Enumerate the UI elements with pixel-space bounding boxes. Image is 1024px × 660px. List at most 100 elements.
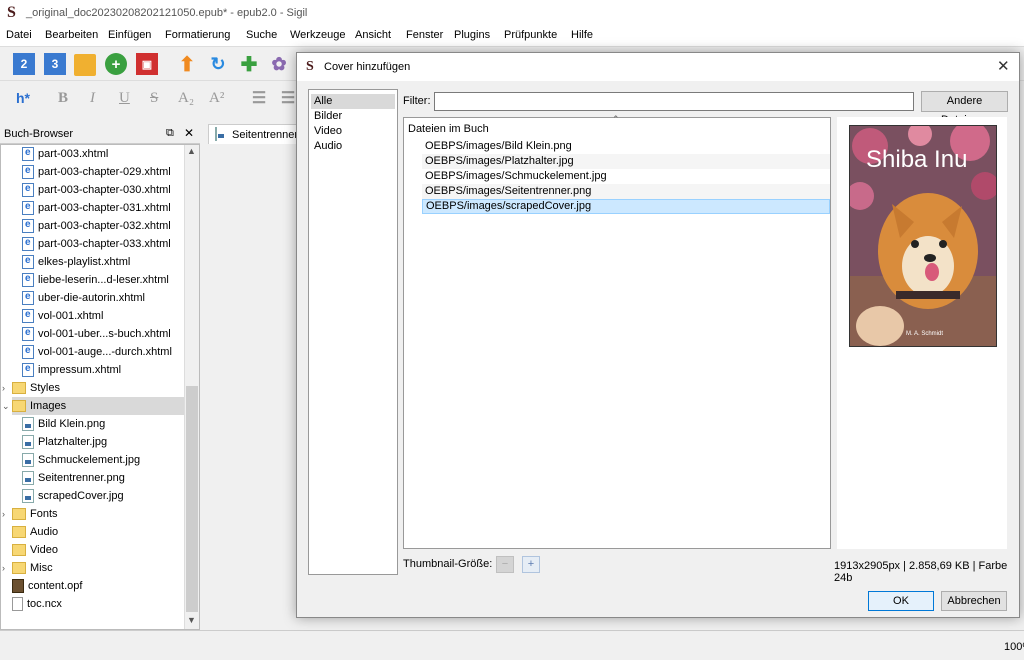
tree-item-label: part-003-chapter-032.xhtml: [38, 220, 171, 232]
file-row[interactable]: OEBPS/images/Platzhalter.jpg: [422, 154, 830, 169]
cover-title: Shiba Inu: [866, 146, 968, 173]
tree-item[interactable]: content.opf: [12, 577, 82, 595]
category-bilder[interactable]: Bilder: [311, 109, 395, 124]
menu-datei[interactable]: Datei: [6, 29, 32, 41]
underline-icon[interactable]: U: [119, 90, 130, 107]
tree-item-label: Seitentrenner.png: [38, 472, 125, 484]
tree-item-label: elkes-playlist.xhtml: [38, 256, 131, 268]
folder-icon: [12, 562, 26, 574]
book-browser-header: Buch-Browser ⧉ ✕: [0, 124, 200, 144]
dialog-title: Cover hinzufügen: [324, 61, 411, 73]
chevron-right-icon[interactable]: ›: [2, 563, 5, 573]
thumbnail-larger-button[interactable]: +: [522, 556, 540, 573]
float-panel-icon[interactable]: ⧉: [166, 127, 174, 140]
category-audio[interactable]: Audio: [311, 139, 395, 154]
strikethrough-icon[interactable]: S: [150, 90, 158, 107]
menu-bearbeiten[interactable]: Bearbeiten: [45, 29, 98, 41]
tree-item[interactable]: Bild Klein.png: [22, 415, 105, 433]
open-folder-icon[interactable]: [74, 54, 96, 76]
menu-plugins[interactable]: Plugins: [454, 29, 490, 41]
close-panel-icon[interactable]: ✕: [184, 126, 194, 140]
filter-input[interactable]: [434, 92, 914, 111]
tree-item-label: Audio: [30, 526, 59, 538]
italic-icon[interactable]: I: [90, 90, 95, 107]
tree-item[interactable]: Audio: [12, 523, 58, 541]
tree-item[interactable]: part-003-chapter-033.xhtml: [22, 235, 171, 253]
tree-item[interactable]: Schmuckelement.jpg: [22, 451, 140, 469]
tree-item[interactable]: part-003-chapter-031.xhtml: [22, 199, 171, 217]
menu-hilfe[interactable]: Hilfe: [571, 29, 593, 41]
image-file-icon: [22, 435, 34, 449]
dialog-title-bar: S Cover hinzufügen ✕: [297, 53, 1019, 81]
tree-item[interactable]: impressum.xhtml: [22, 361, 121, 379]
thumbnail-smaller-button[interactable]: −: [496, 556, 514, 573]
zoom-level: 100%: [1004, 641, 1024, 653]
menu-ansicht[interactable]: Ansicht: [355, 29, 391, 41]
menu-fenster[interactable]: Fenster: [406, 29, 443, 41]
tree-item[interactable]: scrapedCover.jpg: [22, 487, 124, 505]
chevron-down-icon[interactable]: ⌄: [2, 401, 10, 412]
tree-item[interactable]: toc.ncx: [12, 595, 62, 613]
menu-einfuegen[interactable]: Einfügen: [108, 29, 151, 41]
tree-item[interactable]: vol-001.xhtml: [22, 307, 103, 325]
tree-item-label: part-003-chapter-031.xhtml: [38, 202, 171, 214]
chevron-right-icon[interactable]: ›: [2, 509, 5, 519]
menu-werkzeuge[interactable]: Werkzeuge: [290, 29, 345, 41]
other-files-button[interactable]: Andere Dateien...: [921, 91, 1008, 126]
cancel-button[interactable]: Abbrechen: [941, 591, 1007, 611]
ok-button[interactable]: OK: [868, 591, 934, 611]
tree-item[interactable]: part-003-chapter-030.xhtml: [22, 181, 171, 199]
tree-item[interactable]: Video: [12, 541, 58, 559]
tree-item[interactable]: vol-001-auge...-durch.xhtml: [22, 343, 172, 361]
upload-arrow-icon[interactable]: ⬆: [176, 53, 198, 76]
category-alle[interactable]: Alle: [311, 94, 395, 109]
tree-item[interactable]: part-003-chapter-032.xhtml: [22, 217, 171, 235]
sort-arrow-icon[interactable]: ⌃: [612, 114, 620, 125]
scroll-up-icon[interactable]: ▲: [187, 146, 196, 156]
subscript-icon[interactable]: A₂: [178, 90, 194, 107]
chevron-right-icon[interactable]: ›: [2, 383, 5, 393]
tree-item[interactable]: part-003-chapter-029.xhtml: [22, 163, 171, 181]
new-epub3-icon[interactable]: 3: [44, 53, 66, 75]
tree-item[interactable]: elkes-playlist.xhtml: [22, 253, 130, 271]
file-row[interactable]: OEBPS/images/Seitentrenner.png: [422, 184, 830, 199]
tree-item-label: vol-001.xhtml: [38, 310, 104, 322]
refresh-icon[interactable]: ↻: [207, 53, 229, 75]
tree-item[interactable]: part-003.xhtml: [22, 145, 108, 163]
tree-item[interactable]: uber-die-autorin.xhtml: [22, 289, 145, 307]
tree-item[interactable]: ⌄ Images: [2, 397, 184, 415]
tree-item[interactable]: › Fonts: [2, 505, 58, 523]
file-row[interactable]: OEBPS/images/Schmuckelement.jpg: [422, 169, 830, 184]
tree-item[interactable]: Platzhalter.jpg: [22, 433, 107, 451]
heading-icon[interactable]: h*: [12, 87, 34, 109]
tree-item[interactable]: vol-001-uber...s-buch.xhtml: [22, 325, 171, 343]
menu-formatierung[interactable]: Formatierung: [165, 29, 230, 41]
tree-item[interactable]: liebe-leserin...d-leser.xhtml: [22, 271, 169, 289]
menu-suche[interactable]: Suche: [246, 29, 277, 41]
superscript-icon[interactable]: A²: [209, 90, 224, 107]
bold-icon[interactable]: B: [58, 90, 68, 107]
gear-icon[interactable]: ✿: [268, 53, 290, 75]
menu-pruefpunkte[interactable]: Prüfpunkte: [504, 29, 557, 41]
tree-item-label: Schmuckelement.jpg: [38, 454, 141, 466]
align-left-icon[interactable]: ☰: [248, 87, 270, 109]
tree-item-label: Styles: [30, 382, 60, 394]
tree-item[interactable]: › Misc: [2, 559, 53, 577]
new-epub2-icon[interactable]: 2: [13, 53, 35, 75]
cover-author: M. A. Schmidt: [906, 331, 944, 337]
tree-item[interactable]: › Styles: [2, 379, 60, 397]
close-icon[interactable]: ✕: [997, 57, 1010, 75]
tree-item[interactable]: Seitentrenner.png: [22, 469, 125, 487]
image-file-icon: [22, 471, 34, 485]
scrollbar-thumb[interactable]: [186, 386, 198, 612]
add-file-icon[interactable]: +: [105, 53, 127, 75]
save-icon[interactable]: ▣: [136, 53, 158, 75]
file-row-selected[interactable]: OEBPS/images/scrapedCover.jpg: [422, 199, 830, 214]
file-row[interactable]: OEBPS/images/Bild Klein.png: [422, 139, 830, 154]
tab-seitentrenner[interactable]: Seitentrenner...: [208, 124, 307, 144]
image-file-icon: [22, 453, 34, 467]
scroll-down-icon[interactable]: ▼: [187, 615, 196, 625]
tree-item-label: Video: [30, 544, 58, 556]
category-video[interactable]: Video: [311, 124, 395, 139]
add-split-icon[interactable]: ✚: [238, 53, 260, 76]
